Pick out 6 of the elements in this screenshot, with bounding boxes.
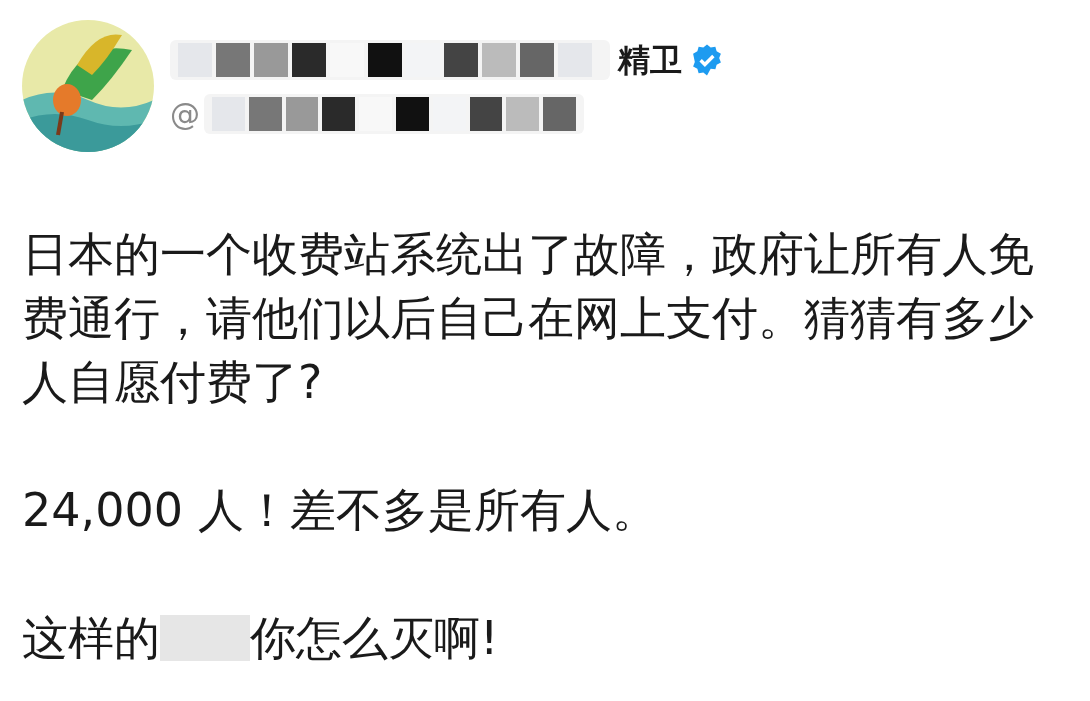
author-name: 精卫 (618, 39, 682, 81)
post-paragraph: 24,000 人！差不多是所有人。 (22, 482, 659, 539)
post-paragraph: 日本的一个收费站系统出了故障，政府让所有人免费通行，请他们以后自己在网上支付。猜猜有多少人自愿付费了? (22, 226, 1035, 411)
post-text: 这样的 (22, 610, 160, 667)
post-text: 你怎么灭啊! (250, 610, 499, 667)
author-handle: @ (170, 95, 200, 134)
